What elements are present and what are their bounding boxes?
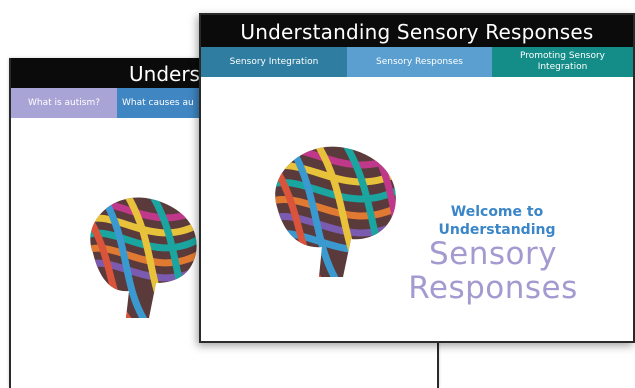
brain-icon [90,197,197,319]
tab-what-causes-autism[interactable]: What causes au [117,88,207,118]
heading-line-1: Sensory [428,236,558,272]
welcome-line-1: Welcome to [450,204,544,220]
front-window: Understanding Sensory Responses Sensory … [199,13,635,343]
tab-what-is-autism[interactable]: What is autism? [11,88,117,118]
tab-sensory-integration[interactable]: Sensory Integration [201,47,347,77]
tab-promoting-sensory-integration[interactable]: Promoting Sensory Integration [492,47,633,77]
tab-sensory-responses[interactable]: Sensory Responses [347,47,492,77]
front-window-title: Understanding Sensory Responses [201,15,633,47]
welcome-text: Welcome to Understanding [427,203,567,239]
brain-icon [275,146,396,278]
heading-line-2: Responses [408,270,578,306]
front-tab-bar: Sensory Integration Sensory Responses Pr… [201,47,633,77]
